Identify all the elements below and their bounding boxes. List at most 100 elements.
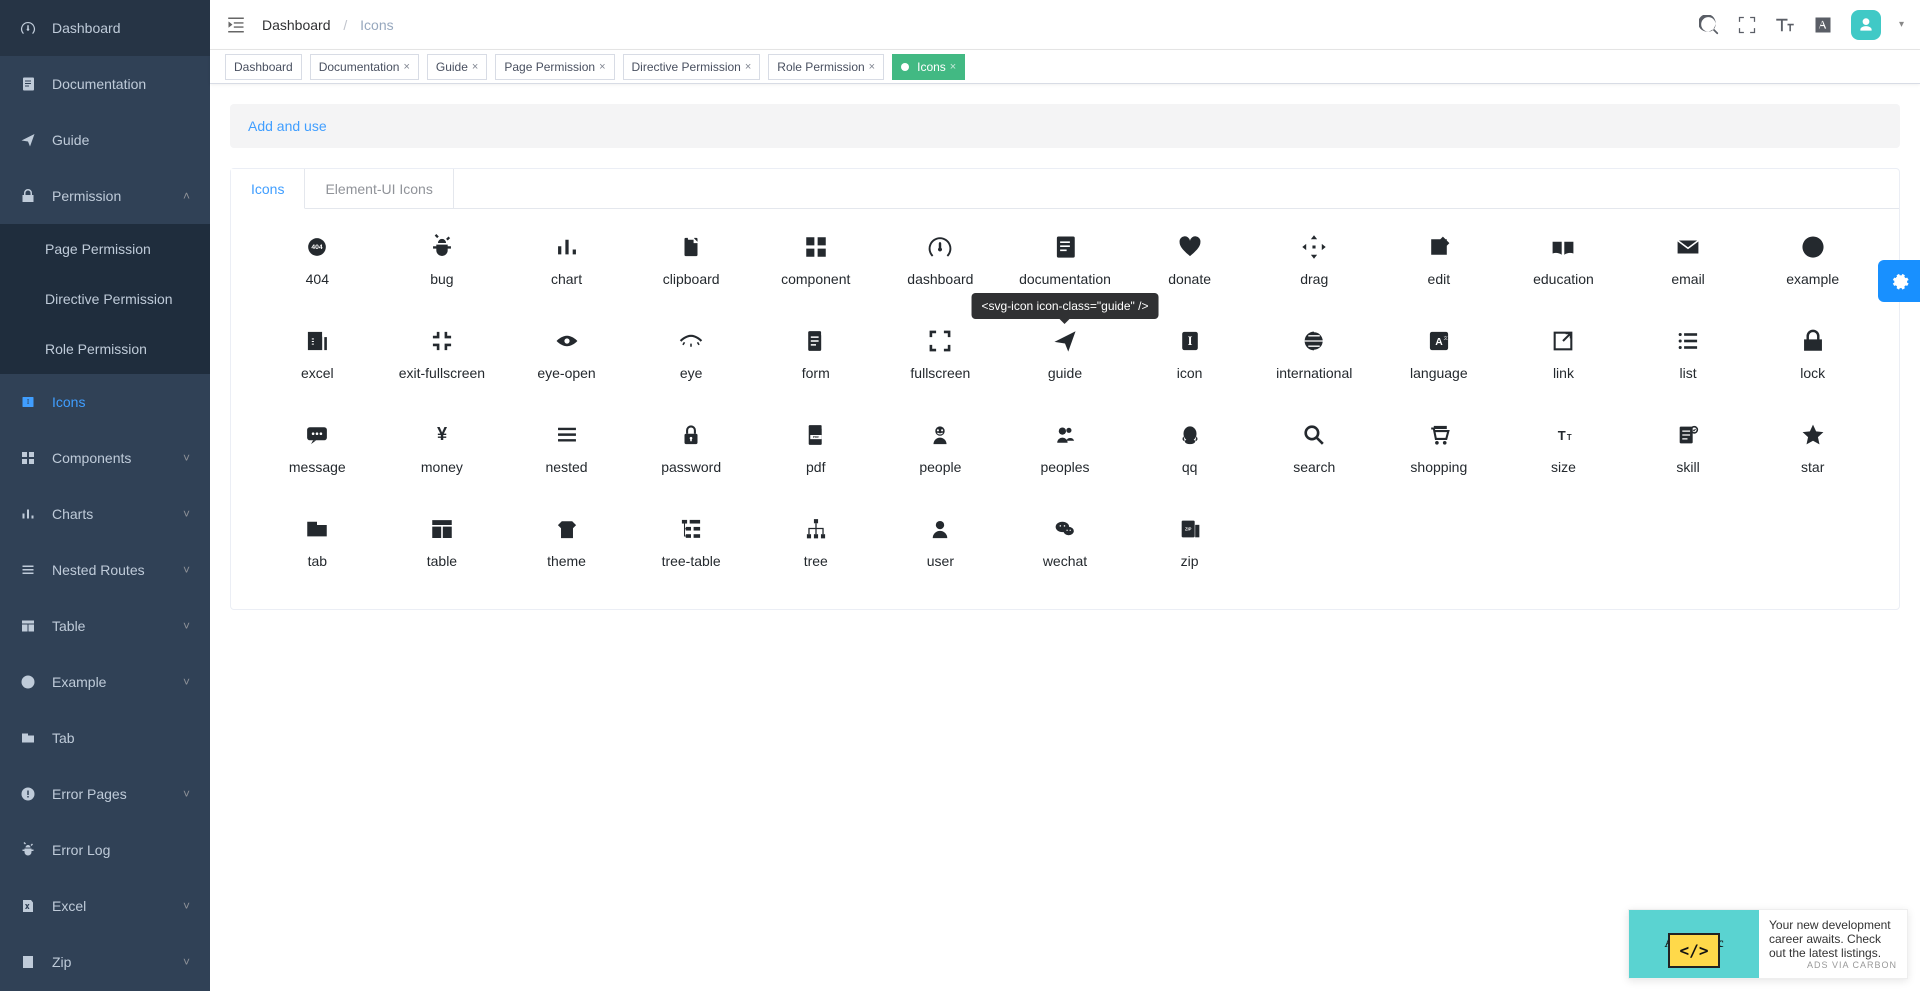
- tab-icon: [303, 515, 331, 543]
- sidebar-item-permission[interactable]: Permission˄: [0, 168, 210, 224]
- icon-item-user[interactable]: user: [878, 515, 1003, 569]
- sidebar-item-error-pages[interactable]: Error Pages˅: [0, 766, 210, 822]
- icon-item-exit-fullscreen[interactable]: exit-fullscreen: [380, 327, 505, 381]
- close-icon[interactable]: ×: [869, 61, 875, 73]
- icon-item-form[interactable]: form: [753, 327, 878, 381]
- icon-item-education[interactable]: education: [1501, 233, 1626, 287]
- sidebar-item-excel[interactable]: Excel˅: [0, 878, 210, 934]
- icon-item-table[interactable]: table: [380, 515, 505, 569]
- svg-text:ZIP: ZIP: [1185, 526, 1192, 531]
- icon-item-tree-table[interactable]: tree-table: [629, 515, 754, 569]
- icon-item-fullscreen[interactable]: fullscreen: [878, 327, 1003, 381]
- icon-item-shopping[interactable]: shopping: [1377, 421, 1502, 475]
- sidebar-item-label: Documentation: [52, 76, 146, 92]
- tab-icons[interactable]: Icons: [231, 169, 305, 209]
- avatar[interactable]: [1851, 10, 1881, 40]
- fullscreen-icon[interactable]: [1737, 15, 1757, 35]
- icon-item-link[interactable]: link: [1501, 327, 1626, 381]
- icon-item-size[interactable]: TTsize: [1501, 421, 1626, 475]
- sidebar-item-guide[interactable]: Guide: [0, 112, 210, 168]
- sidebar-item-documentation[interactable]: Documentation: [0, 56, 210, 112]
- usage-alert[interactable]: Add and use: [230, 104, 1900, 148]
- icon-item-donate[interactable]: donate: [1127, 233, 1252, 287]
- close-icon[interactable]: ×: [950, 61, 956, 73]
- sidebar-item-icons[interactable]: IIcons: [0, 374, 210, 430]
- icon-item-star[interactable]: star: [1750, 421, 1875, 475]
- icon-item-language[interactable]: A文language: [1377, 327, 1502, 381]
- icon-item-nested[interactable]: nested: [504, 421, 629, 475]
- icon-item-password[interactable]: password: [629, 421, 754, 475]
- icon-item-theme[interactable]: theme: [504, 515, 629, 569]
- tag-label: Icons: [917, 60, 946, 74]
- tag-page-permission[interactable]: Page Permission×: [495, 54, 614, 80]
- theme-icon: [553, 515, 581, 543]
- icon-item-international[interactable]: international: [1252, 327, 1377, 381]
- icon-item-excel[interactable]: excel: [255, 327, 380, 381]
- tab-element-ui-icons[interactable]: Element-UI Icons: [305, 169, 453, 209]
- tag-directive-permission[interactable]: Directive Permission×: [623, 54, 761, 80]
- sidebar-item-error-log[interactable]: Error Log: [0, 822, 210, 878]
- icon-item-search[interactable]: search: [1252, 421, 1377, 475]
- close-icon[interactable]: ×: [403, 61, 409, 73]
- sidebar-item-example[interactable]: Example˅: [0, 654, 210, 710]
- settings-fab[interactable]: [1878, 260, 1920, 302]
- tag-icons[interactable]: Icons ×: [892, 54, 965, 80]
- tag-guide[interactable]: Guide×: [427, 54, 487, 80]
- icon-item-eye[interactable]: eye: [629, 327, 754, 381]
- sidebar-subitem-role-permission[interactable]: Role Permission: [0, 324, 210, 374]
- icon-item-list[interactable]: list: [1626, 327, 1751, 381]
- close-icon[interactable]: ×: [599, 61, 605, 73]
- icon-item-skill[interactable]: skill: [1626, 421, 1751, 475]
- icon-item-tab[interactable]: tab: [255, 515, 380, 569]
- icon-item-people[interactable]: people: [878, 421, 1003, 475]
- sidebar-item-nested-routes[interactable]: Nested Routes˅: [0, 542, 210, 598]
- carbon-ad[interactable]: Authentic </> Your new development caree…: [1628, 909, 1908, 979]
- language-icon[interactable]: [1813, 15, 1833, 35]
- sidebar-subitem-page-permission[interactable]: Page Permission: [0, 224, 210, 274]
- tag-documentation[interactable]: Documentation×: [310, 54, 419, 80]
- icon-item-money[interactable]: ¥money: [380, 421, 505, 475]
- icon-item-lock[interactable]: lock: [1750, 327, 1875, 381]
- icon-item-example[interactable]: example: [1750, 233, 1875, 287]
- sidebar-item-charts[interactable]: Charts˅: [0, 486, 210, 542]
- search-icon[interactable]: [1699, 15, 1719, 35]
- text-size-icon[interactable]: [1775, 15, 1795, 35]
- icon-item-bug[interactable]: bug: [380, 233, 505, 287]
- tag-dashboard[interactable]: Dashboard: [225, 54, 302, 80]
- icon-item-tree[interactable]: tree: [753, 515, 878, 569]
- icon-item-email[interactable]: email: [1626, 233, 1751, 287]
- icon-item-eye-open[interactable]: eye-open: [504, 327, 629, 381]
- icon-item-wechat[interactable]: wechat: [1003, 515, 1128, 569]
- sidebar-item-tab[interactable]: Tab: [0, 710, 210, 766]
- sidebar-subitem-directive-permission[interactable]: Directive Permission: [0, 274, 210, 324]
- icon-item-component[interactable]: component: [753, 233, 878, 287]
- icon-item-zip[interactable]: ZIPzip: [1127, 515, 1252, 569]
- icon-item-drag[interactable]: drag: [1252, 233, 1377, 287]
- icon-item-label: example: [1786, 271, 1839, 287]
- icon-item-qq[interactable]: qq: [1127, 421, 1252, 475]
- icon-item-clipboard[interactable]: clipboard: [629, 233, 754, 287]
- close-icon[interactable]: ×: [472, 61, 478, 73]
- icon-item-pdf[interactable]: PDFpdf: [753, 421, 878, 475]
- sidebar-item-label: Permission: [52, 188, 121, 204]
- sidebar-item-zip[interactable]: Zip˅: [0, 934, 210, 990]
- avatar-caret-icon[interactable]: ▾: [1899, 19, 1904, 30]
- icon-item-guide[interactable]: guide<svg-icon icon-class="guide" />: [1003, 327, 1128, 381]
- icon-item-message[interactable]: message: [255, 421, 380, 475]
- sidebar-item-components[interactable]: Components˅: [0, 430, 210, 486]
- icon-item-dashboard[interactable]: dashboard: [878, 233, 1003, 287]
- tag-label: Documentation: [319, 60, 400, 74]
- icon-item-edit[interactable]: edit: [1377, 233, 1502, 287]
- icon-item-peoples[interactable]: peoples: [1003, 421, 1128, 475]
- close-icon[interactable]: ×: [745, 61, 751, 73]
- icon-item-icon[interactable]: Iicon: [1127, 327, 1252, 381]
- hamburger-icon[interactable]: [226, 15, 246, 35]
- icon-item-404[interactable]: 404404: [255, 233, 380, 287]
- tag-role-permission[interactable]: Role Permission×: [768, 54, 884, 80]
- icon-item-documentation[interactable]: documentation: [1003, 233, 1128, 287]
- icon-item-chart[interactable]: chart: [504, 233, 629, 287]
- breadcrumb-root[interactable]: Dashboard: [262, 17, 331, 33]
- sidebar-item-dashboard[interactable]: Dashboard: [0, 0, 210, 56]
- usage-alert-text: Add and use: [248, 118, 327, 134]
- sidebar-item-table[interactable]: Table˅: [0, 598, 210, 654]
